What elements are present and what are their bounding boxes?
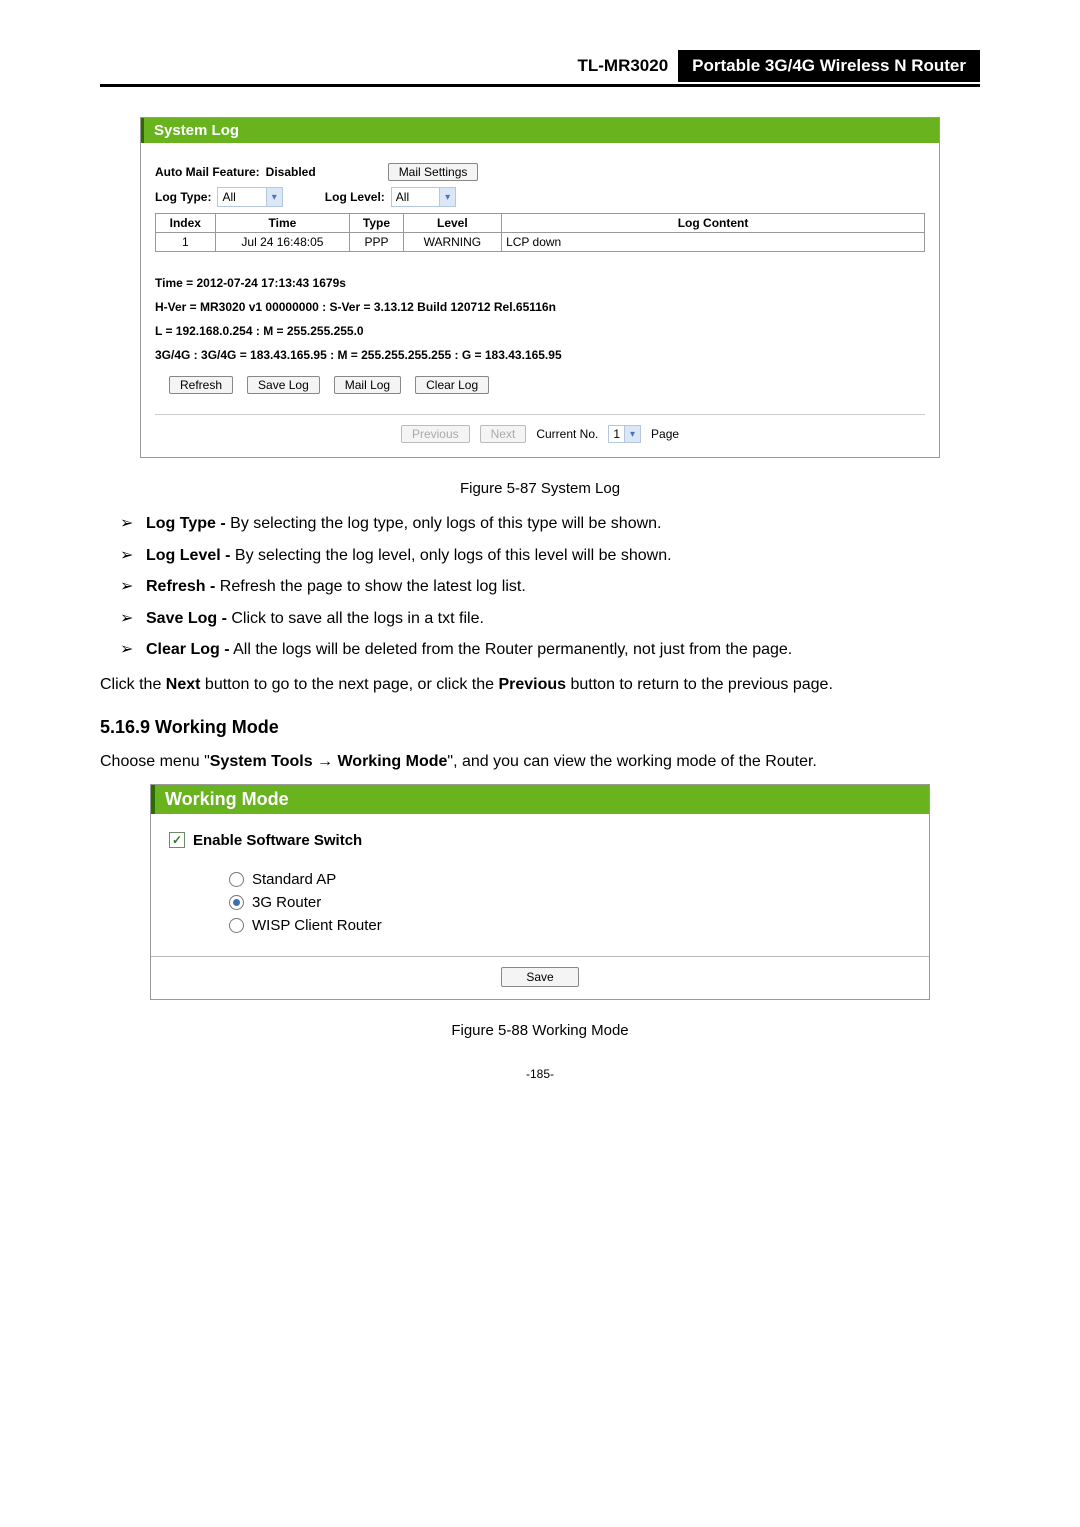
page-label: Page bbox=[651, 427, 679, 441]
list-item: Refresh - Refresh the page to show the l… bbox=[120, 574, 980, 600]
working-mode-panel: Working Mode ✓ Enable Software Switch St… bbox=[150, 784, 930, 1000]
radio-standard-ap[interactable]: Standard AP bbox=[229, 871, 911, 888]
list-item: Log Type - By selecting the log type, on… bbox=[120, 511, 980, 537]
mail-log-button[interactable]: Mail Log bbox=[334, 376, 401, 394]
enable-software-switch[interactable]: ✓ Enable Software Switch bbox=[169, 832, 911, 849]
save-button[interactable]: Save bbox=[501, 967, 578, 987]
model-number: TL-MR3020 bbox=[567, 52, 678, 80]
table-row: 1 Jul 24 16:48:05 PPP WARNING LCP down bbox=[156, 233, 925, 252]
doc-subtitle: Portable 3G/4G Wireless N Router bbox=[678, 50, 980, 82]
radio-unchecked-icon bbox=[229, 872, 244, 887]
enable-label: Enable Software Switch bbox=[193, 832, 362, 849]
info-time: Time = 2012-07-24 17:13:43 1679s bbox=[155, 276, 925, 290]
log-table: Index Time Type Level Log Content 1 Jul … bbox=[155, 213, 925, 252]
working-mode-intro: Choose menu "System Tools → Working Mode… bbox=[100, 750, 980, 774]
col-content: Log Content bbox=[502, 214, 925, 233]
radio-label: WISP Client Router bbox=[252, 917, 382, 934]
list-item: Log Level - By selecting the log level, … bbox=[120, 543, 980, 569]
refresh-button[interactable]: Refresh bbox=[169, 376, 233, 394]
system-log-panel: System Log Auto Mail Feature: Disabled M… bbox=[140, 117, 940, 458]
radio-3g-router[interactable]: 3G Router bbox=[229, 894, 911, 911]
radio-checked-icon bbox=[229, 895, 244, 910]
doc-header: TL-MR3020 Portable 3G/4G Wireless N Rout… bbox=[100, 50, 980, 87]
auto-mail-value: Disabled bbox=[266, 165, 316, 179]
col-level: Level bbox=[403, 214, 501, 233]
section-heading: 5.16.9 Working Mode bbox=[100, 717, 980, 738]
checkbox-checked-icon: ✓ bbox=[169, 832, 185, 848]
pager: Previous Next Current No. 1 ▾ Page bbox=[155, 414, 925, 447]
log-level-select[interactable]: All ▾ bbox=[391, 187, 456, 207]
current-no-label: Current No. bbox=[536, 427, 598, 441]
chevron-down-icon: ▾ bbox=[266, 188, 282, 206]
radio-label: Standard AP bbox=[252, 871, 336, 888]
working-mode-title: Working Mode bbox=[151, 785, 929, 814]
info-lan: L = 192.168.0.254 : M = 255.255.255.0 bbox=[155, 324, 925, 338]
figure-caption-88: Figure 5-88 Working Mode bbox=[100, 1022, 980, 1039]
log-level-label: Log Level: bbox=[325, 190, 385, 204]
mail-settings-button[interactable]: Mail Settings bbox=[388, 163, 479, 181]
radio-label: 3G Router bbox=[252, 894, 321, 911]
bullet-list: Log Type - By selecting the log type, on… bbox=[100, 511, 980, 663]
list-item: Save Log - Click to save all the logs in… bbox=[120, 606, 980, 632]
log-type-select[interactable]: All ▾ bbox=[217, 187, 282, 207]
col-index: Index bbox=[156, 214, 216, 233]
radio-unchecked-icon bbox=[229, 918, 244, 933]
page-number: -185- bbox=[100, 1067, 980, 1081]
system-log-title: System Log bbox=[141, 118, 939, 143]
nav-paragraph: Click the Next button to go to the next … bbox=[100, 673, 980, 697]
next-button[interactable]: Next bbox=[480, 425, 527, 443]
log-type-value: All bbox=[218, 190, 265, 204]
save-log-button[interactable]: Save Log bbox=[247, 376, 320, 394]
page-value: 1 bbox=[609, 427, 624, 441]
chevron-down-icon: ▾ bbox=[624, 426, 640, 442]
figure-caption-87: Figure 5-87 System Log bbox=[100, 480, 980, 497]
log-level-value: All bbox=[392, 190, 439, 204]
auto-mail-label: Auto Mail Feature: bbox=[155, 165, 260, 179]
chevron-down-icon: ▾ bbox=[439, 188, 455, 206]
previous-button[interactable]: Previous bbox=[401, 425, 470, 443]
log-type-label: Log Type: bbox=[155, 190, 211, 204]
page-select[interactable]: 1 ▾ bbox=[608, 425, 641, 443]
list-item: Clear Log - All the logs will be deleted… bbox=[120, 637, 980, 663]
info-hver: H-Ver = MR3020 v1 00000000 : S-Ver = 3.1… bbox=[155, 300, 925, 314]
info-wan: 3G/4G : 3G/4G = 183.43.165.95 : M = 255.… bbox=[155, 348, 925, 362]
radio-wisp-client[interactable]: WISP Client Router bbox=[229, 917, 911, 934]
system-info: Time = 2012-07-24 17:13:43 1679s H-Ver =… bbox=[155, 276, 925, 362]
col-type: Type bbox=[350, 214, 403, 233]
col-time: Time bbox=[215, 214, 350, 233]
clear-log-button[interactable]: Clear Log bbox=[415, 376, 489, 394]
